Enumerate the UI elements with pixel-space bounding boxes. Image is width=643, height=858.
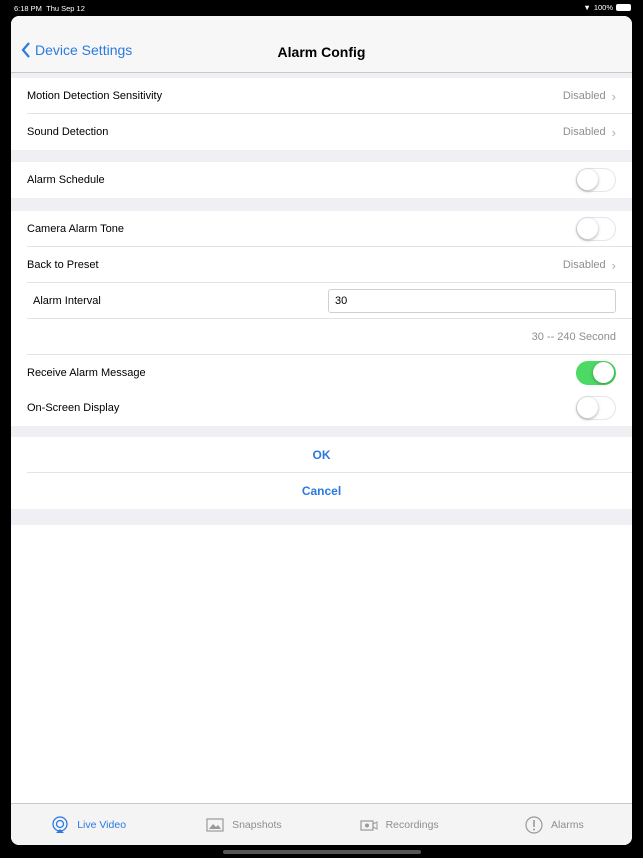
tab-label: Snapshots [232, 818, 282, 831]
row-value: Disabled [562, 126, 606, 138]
on-screen-display-toggle[interactable] [576, 396, 616, 420]
tab-label: Recordings [385, 818, 439, 831]
alarm-interval-row: Alarm Interval [11, 283, 632, 319]
chevron-right-icon: › [611, 88, 616, 104]
chevron-right-icon: › [611, 124, 616, 140]
tab-bar: Live Video Snapshots Recordings Alarms [11, 803, 632, 845]
page-title: Alarm Config [277, 44, 366, 60]
row-value: Disabled [562, 90, 606, 102]
home-indicator[interactable] [223, 850, 421, 854]
ok-button[interactable]: OK [11, 437, 632, 473]
row-label: Back to Preset [27, 259, 99, 271]
recordings-icon [359, 819, 378, 831]
interval-hint: 30 -- 240 Second [531, 331, 616, 343]
on-screen-display-row: On-Screen Display [11, 390, 632, 426]
cancel-button[interactable]: Cancel [11, 473, 632, 509]
row-label: Motion Detection Sensitivity [27, 90, 163, 102]
live-video-icon [52, 815, 68, 833]
battery-percent: 100% [593, 3, 613, 12]
alarms-icon [525, 815, 543, 834]
interval-hint-row: 30 -- 240 Second [11, 319, 632, 355]
motion-sensitivity-row[interactable]: Motion Detection Sensitivity Disabled › [11, 78, 632, 114]
screen: Device Settings Alarm Config Motion Dete… [11, 16, 632, 845]
tab-live-video[interactable]: Live Video [11, 804, 166, 845]
tab-recordings[interactable]: Recordings [322, 804, 477, 845]
row-value: Disabled [562, 259, 606, 271]
alarm-interval-input[interactable] [328, 289, 616, 313]
wifi-icon: ▼ [583, 3, 591, 12]
camera-alarm-tone-toggle[interactable] [576, 217, 616, 241]
row-label: Camera Alarm Tone [27, 223, 125, 235]
row-label: Receive Alarm Message [27, 367, 146, 379]
tab-label: Alarms [551, 818, 584, 831]
receive-alarm-message-toggle[interactable] [576, 361, 616, 385]
row-label: On-Screen Display [27, 402, 120, 414]
navigation-bar: Device Settings Alarm Config [11, 16, 632, 73]
battery-icon [616, 4, 631, 11]
tab-snapshots[interactable]: Snapshots [166, 804, 321, 845]
row-label: Alarm Interval [33, 295, 101, 307]
chevron-right-icon: › [611, 257, 616, 273]
snapshots-icon [206, 817, 224, 832]
camera-alarm-tone-row: Camera Alarm Tone [11, 211, 632, 247]
back-to-preset-row[interactable]: Back to Preset Disabled › [11, 247, 632, 283]
tab-alarms[interactable]: Alarms [477, 804, 632, 845]
sound-detection-row[interactable]: Sound Detection Disabled › [11, 114, 632, 150]
status-time: 6:18 PM [14, 4, 42, 13]
receive-alarm-message-row: Receive Alarm Message [11, 355, 632, 391]
alarm-schedule-row: Alarm Schedule [11, 162, 632, 198]
status-date: Thu Sep 12 [46, 4, 85, 13]
row-label: Sound Detection [27, 126, 109, 138]
status-bar: 6:18 PM Thu Sep 12 ▼ 100% [0, 0, 643, 16]
tab-label: Live Video [77, 818, 127, 831]
row-label: Alarm Schedule [27, 174, 105, 186]
alarm-schedule-toggle[interactable] [576, 168, 616, 192]
